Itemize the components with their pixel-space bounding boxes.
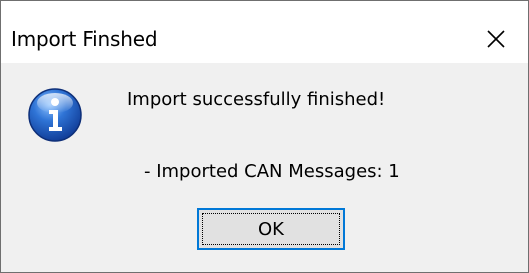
info-icon bbox=[28, 88, 82, 142]
dialog-title: Import Finshed bbox=[11, 27, 158, 51]
close-icon bbox=[487, 30, 505, 48]
ok-button[interactable]: OK bbox=[197, 208, 345, 250]
imported-count-text: - Imported CAN Messages: 1 bbox=[144, 161, 400, 182]
ok-button-label: OK bbox=[258, 218, 284, 240]
success-message: Import successfully finished! bbox=[127, 89, 386, 110]
import-finished-dialog: Import Finshed Import successfully finis… bbox=[0, 0, 529, 273]
title-bar: Import Finshed bbox=[1, 1, 528, 63]
close-button[interactable] bbox=[464, 1, 528, 63]
